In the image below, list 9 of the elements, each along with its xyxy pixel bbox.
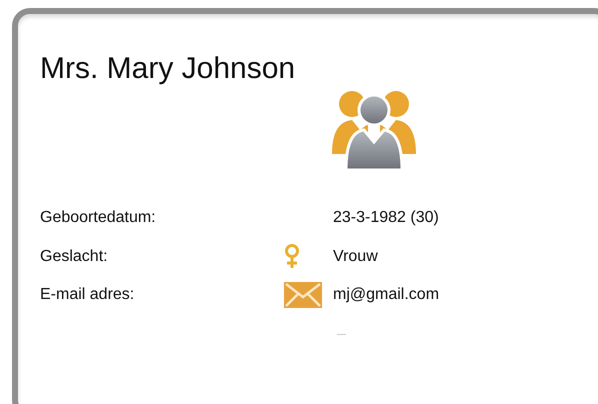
field-value: 23-3-1982 (30) <box>333 209 440 227</box>
field-label: Geslacht: <box>40 248 109 266</box>
field-label: E-mail adres: <box>40 286 136 304</box>
envelope-icon <box>284 282 322 308</box>
field-label: Geboortedatum: <box>40 209 157 227</box>
field-value: mj@gmail.com <box>333 286 440 304</box>
contact-name: Mrs. Mary Johnson <box>40 52 296 86</box>
field-value: Vrouw <box>333 248 379 266</box>
female-icon <box>284 244 300 270</box>
